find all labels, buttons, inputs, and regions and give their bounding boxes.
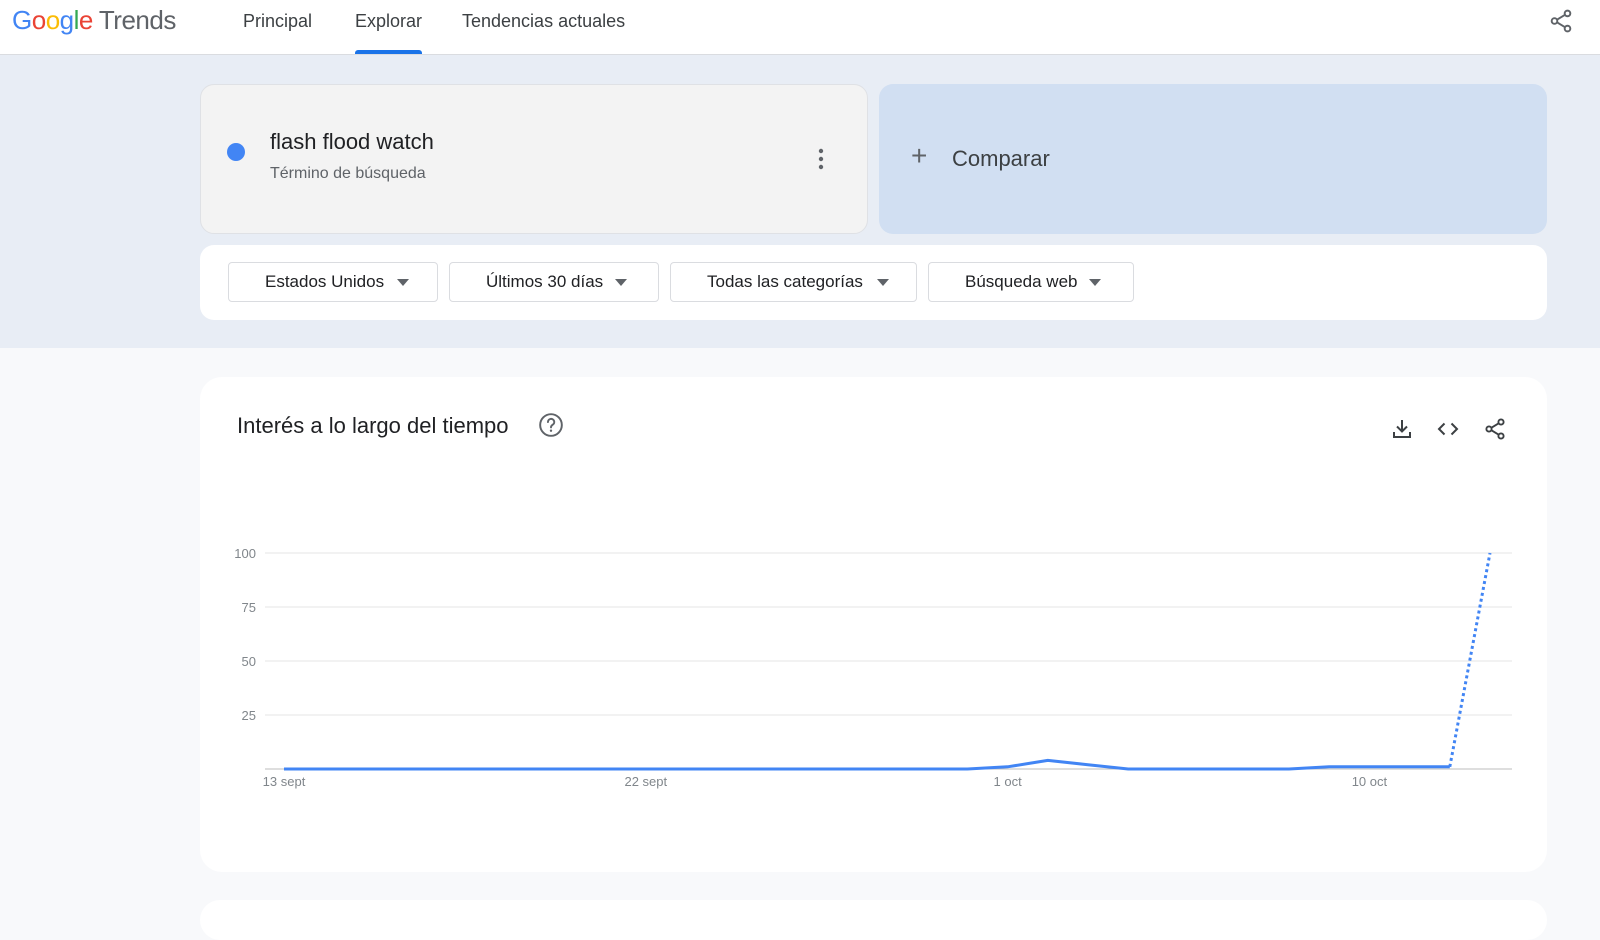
caret-down-icon [615,279,627,286]
filter-region[interactable]: Estados Unidos [228,262,438,302]
compare-label: Comparar [952,146,1050,172]
x-tick-label: 13 sept [263,774,306,789]
google-trends-logo[interactable]: GoogleTrends [12,4,176,36]
x-tick-label: 1 oct [994,774,1023,789]
active-tab-indicator [355,50,422,54]
filters-bar: Estados Unidos Últimos 30 días Todas las… [200,245,1547,320]
filter-search-type[interactable]: Búsqueda web [928,262,1134,302]
tab-explorar[interactable]: Explorar [355,0,422,54]
tab-label: Tendencias actuales [462,11,625,31]
tab-label: Principal [243,11,312,31]
share-icon[interactable] [1548,8,1574,34]
caret-down-icon [397,279,409,286]
series-line [284,760,1450,769]
search-term-card[interactable]: flash flood watch Término de búsqueda [200,84,868,234]
filter-category[interactable]: Todas las categorías [670,262,917,302]
y-tick-label: 25 [242,708,256,723]
caret-down-icon [1089,279,1101,286]
y-tick-label: 50 [242,654,256,669]
caret-down-icon [877,279,889,286]
compare-button[interactable]: + Comparar [879,84,1547,234]
series-partial-line [1450,553,1490,767]
plus-icon: + [911,142,927,170]
logo-trends-text: Trends [99,5,176,35]
term-type: Término de búsqueda [270,165,426,183]
tab-tendencias-actuales[interactable]: Tendencias actuales [462,0,625,54]
tab-label: Explorar [355,11,422,31]
tab-principal[interactable]: Principal [243,0,312,54]
interest-line-chart: 100 75 50 25 13 sept 22 sept 1 oct 10 oct [200,377,1547,872]
y-tick-label: 75 [242,600,256,615]
y-tick-label: 100 [234,546,256,561]
term-name: flash flood watch [270,129,434,155]
filter-label: Todas las categorías [707,263,863,301]
filter-time-range[interactable]: Últimos 30 días [449,262,659,302]
filter-label: Búsqueda web [965,263,1077,301]
more-vert-icon[interactable] [815,147,827,171]
filter-label: Estados Unidos [265,263,384,301]
x-tick-label: 22 sept [624,774,667,789]
filter-label: Últimos 30 días [486,263,603,301]
logo-google-text: Google [12,5,93,35]
top-header: GoogleTrends Principal Explorar Tendenci… [0,0,1600,55]
next-card [200,900,1547,940]
interest-over-time-card: Interés a lo largo del tiempo 1007550251… [200,377,1547,872]
term-color-dot [227,143,245,161]
x-tick-label: 10 oct [1352,774,1388,789]
